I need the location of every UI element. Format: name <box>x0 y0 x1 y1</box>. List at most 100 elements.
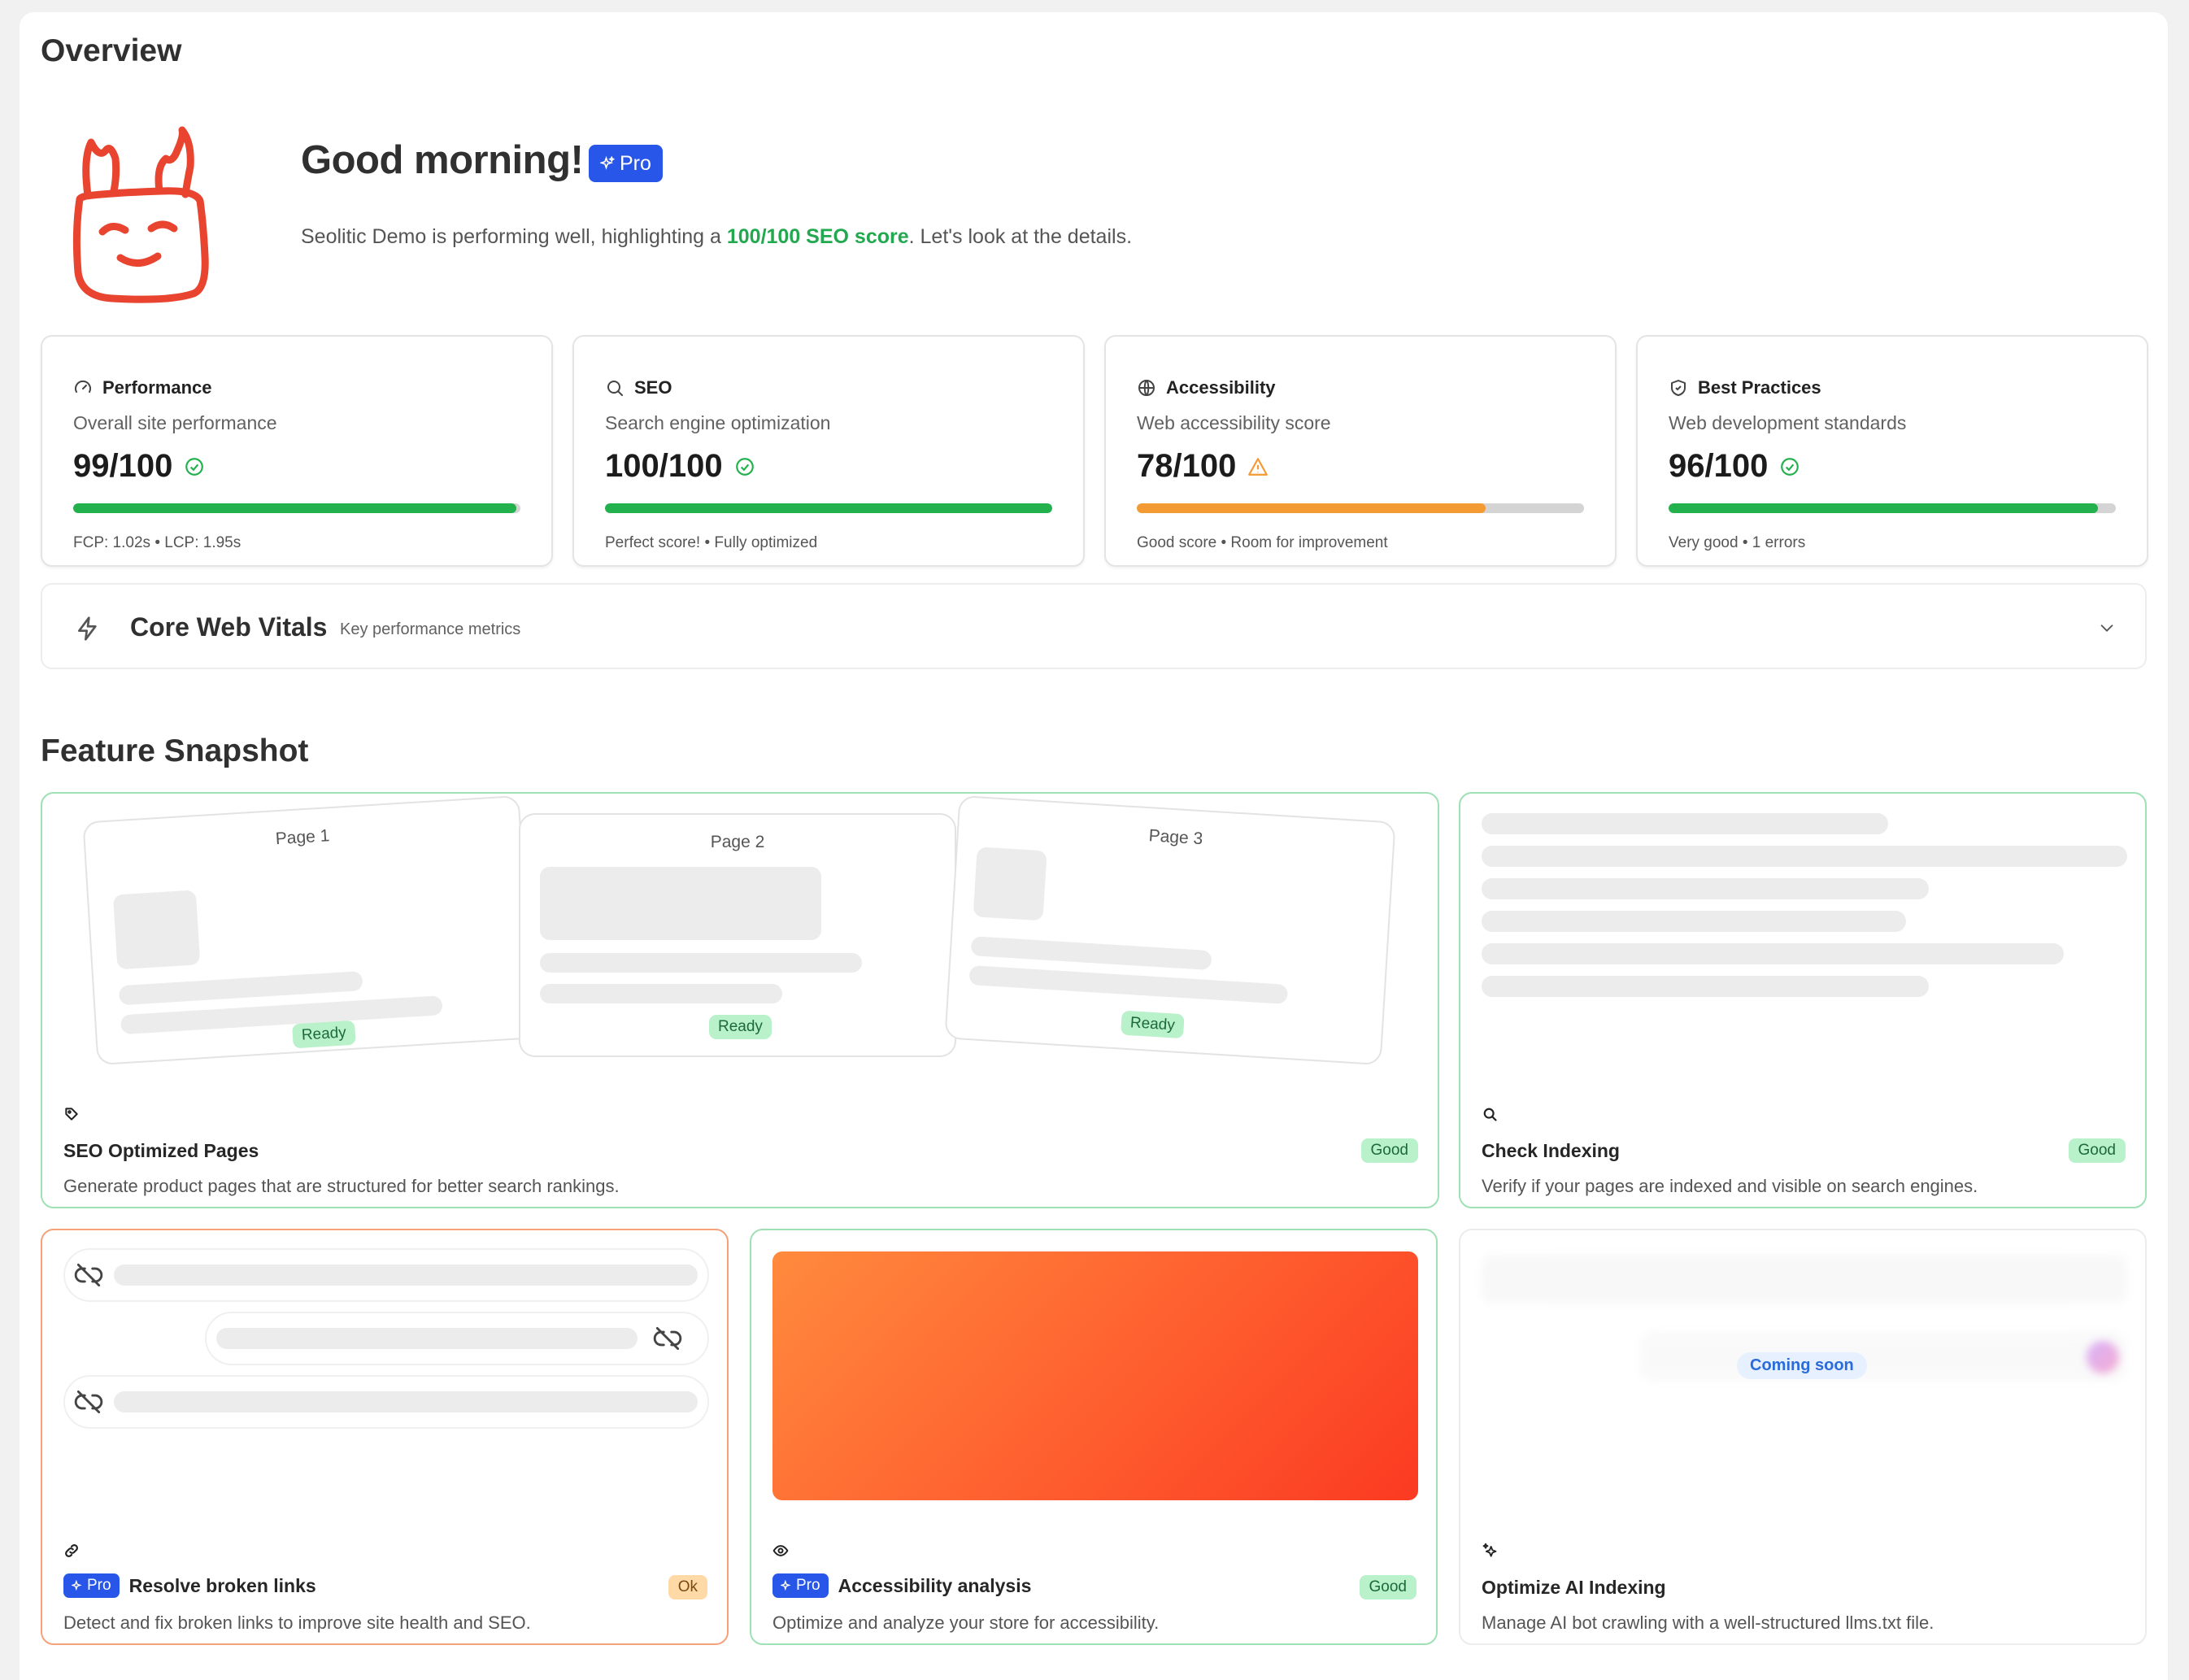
card-title: Performance <box>102 377 212 398</box>
accessibility-preview <box>772 1251 1418 1500</box>
feature-card-broken-links[interactable]: Pro Resolve broken links Ok Detect and f… <box>41 1229 729 1645</box>
placeholder-line <box>118 971 363 1006</box>
skeleton-line <box>1482 943 2064 964</box>
seo-score-highlight: 100/100 SEO score <box>726 225 909 248</box>
progress-fill <box>73 503 516 513</box>
pro-badge-label: Pro <box>796 1577 820 1594</box>
page-mockup: Page 3 Ready <box>944 794 1396 1066</box>
overview-page: Overview Good morning! Pro Seolitic Demo… <box>20 12 2168 1680</box>
feature-title: SEO Optimized Pages <box>63 1140 259 1161</box>
page-title: Overview <box>41 33 182 68</box>
warning-icon <box>1248 457 1269 476</box>
card-header: Best Practices <box>1669 377 1821 398</box>
score-value: 100/100 <box>605 448 723 484</box>
broken-link-icon <box>653 1326 682 1351</box>
page-mockup-label: Page 1 <box>275 826 330 849</box>
score-progress-bar <box>1669 503 2116 513</box>
tag-icon <box>65 1108 78 1121</box>
core-web-vitals-title: Core Web Vitals <box>130 612 328 642</box>
pro-badge: Pro <box>589 145 663 182</box>
feature-title: Check Indexing <box>1482 1140 1620 1161</box>
card-subtitle: Overall site performance <box>73 412 277 433</box>
avatar <box>2087 1341 2119 1373</box>
skeleton-line <box>216 1328 638 1349</box>
hero-description: Seolitic Demo is performing well, highli… <box>301 225 1132 249</box>
feature-description: Optimize and analyze your store for acce… <box>772 1613 1160 1633</box>
sparkles-icon <box>1482 1543 1497 1557</box>
ready-badge: Ready <box>1121 1010 1185 1039</box>
search-icon <box>607 381 623 396</box>
bolt-icon <box>78 616 97 641</box>
skeleton-line <box>1482 911 1906 932</box>
placeholder-image <box>540 867 821 940</box>
skeleton-line <box>114 1264 698 1286</box>
card-meta: Perfect score! • Fully optimized <box>605 534 818 551</box>
placeholder-image <box>973 847 1047 921</box>
placeholder-line <box>968 965 1289 1004</box>
broken-link-icon <box>74 1263 103 1287</box>
feature-title: Optimize AI Indexing <box>1482 1577 1666 1598</box>
hero-desc-suffix: . Let's look at the details. <box>908 225 1133 248</box>
blurred-reply <box>1639 1331 2127 1382</box>
placeholder-line <box>970 936 1212 971</box>
score-card-performance[interactable]: Performance Overall site performance 99/… <box>41 335 553 567</box>
greeting-heading: Good morning! <box>301 138 584 182</box>
broken-link-row <box>205 1312 709 1365</box>
check-circle-icon <box>735 457 754 476</box>
skeleton-line <box>1482 878 1929 899</box>
feature-description: Verify if your pages are indexed and vis… <box>1482 1176 1978 1196</box>
check-circle-icon <box>185 457 204 476</box>
placeholder-image <box>112 890 201 970</box>
feature-card-ai-indexing[interactable]: Coming soon Optimize AI Indexing Manage … <box>1459 1229 2147 1645</box>
core-web-vitals-subtitle: Key performance metrics <box>340 620 521 638</box>
card-meta: Very good • 1 errors <box>1669 534 1806 551</box>
feature-title: Accessibility analysis <box>838 1574 1032 1596</box>
card-score: 99/100 <box>73 448 205 485</box>
feature-card-accessibility-analysis[interactable]: Pro Accessibility analysis Good Optimize… <box>750 1229 1438 1645</box>
card-meta: Good score • Room for improvement <box>1137 534 1388 551</box>
coming-soon-badge: Coming soon <box>1737 1352 1867 1379</box>
ready-badge: Ready <box>292 1020 356 1049</box>
feature-snapshot-heading: Feature Snapshot <box>41 733 309 768</box>
status-badge: Ok <box>668 1575 707 1599</box>
globe-icon <box>1138 380 1155 396</box>
pro-badge-label: Pro <box>87 1577 111 1594</box>
chevron-down-icon[interactable] <box>2098 619 2116 637</box>
status-badge: Good <box>1359 1575 1417 1599</box>
card-score: 78/100 <box>1137 448 1269 485</box>
score-card-accessibility[interactable]: Accessibility Web accessibility score 78… <box>1104 335 1617 567</box>
score-progress-bar <box>605 503 1052 513</box>
feature-title: Resolve broken links <box>128 1574 316 1596</box>
score-value: 78/100 <box>1137 448 1237 484</box>
skeleton-line <box>1482 813 1888 834</box>
link-icon <box>65 1544 78 1557</box>
gauge-icon <box>75 380 91 393</box>
score-value: 96/100 <box>1669 448 1769 484</box>
ready-badge: Ready <box>709 1015 772 1039</box>
sparkle-icon <box>72 1580 82 1591</box>
sparkle-icon <box>781 1580 791 1591</box>
skeleton-line <box>1482 846 2127 867</box>
card-header: SEO <box>605 377 672 398</box>
feature-card-check-indexing[interactable]: Check Indexing Good Verify if your pages… <box>1459 792 2147 1208</box>
feature-description: Detect and fix broken links to improve s… <box>63 1613 531 1633</box>
skeleton-line <box>114 1391 698 1412</box>
score-progress-bar <box>73 503 520 513</box>
score-progress-bar <box>1137 503 1584 513</box>
score-card-seo[interactable]: SEO Search engine optimization 100/100 P… <box>572 335 1085 567</box>
progress-fill <box>605 503 1052 513</box>
feature-description: Generate product pages that are structur… <box>63 1176 620 1196</box>
sparkle-icon <box>600 156 615 170</box>
score-card-best-practices[interactable]: Best Practices Web development standards… <box>1636 335 2148 567</box>
card-score: 96/100 <box>1669 448 1800 485</box>
card-header: Performance <box>73 377 212 398</box>
core-web-vitals-panel[interactable]: Core Web Vitals Key performance metrics <box>41 583 2147 669</box>
card-score: 100/100 <box>605 448 755 485</box>
card-title: Best Practices <box>1698 377 1821 398</box>
feature-card-seo-pages[interactable]: Page 1 Ready Page 2 Ready Page 3 Ready S… <box>41 792 1439 1208</box>
page-mockup-label: Page 2 <box>710 833 765 851</box>
feature-description: Manage AI bot crawling with a well-struc… <box>1482 1613 1934 1633</box>
progress-fill <box>1137 503 1486 513</box>
broken-link-row <box>63 1375 709 1429</box>
card-subtitle: Web development standards <box>1669 412 1907 433</box>
